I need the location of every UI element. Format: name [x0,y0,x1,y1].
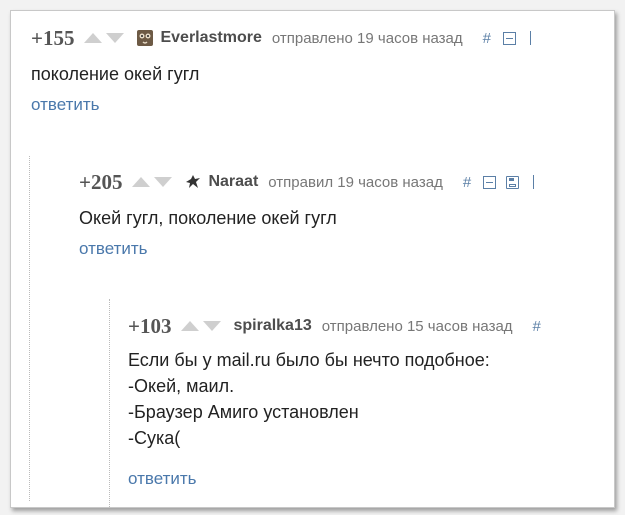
comment: +205 Naraat отправил 19 часов назад # Ок… [79,169,614,269]
comment-time: отправлено 15 часов назад [321,317,513,335]
thread-line [29,156,30,501]
comment-line: -Браузер Амиго установлен [128,402,359,422]
comment-line: -Окей, маил. [128,376,235,396]
upvote-icon[interactable] [84,33,103,43]
comment-line: Если бы у mail.ru было бы нечто подобное… [128,350,490,370]
permalink-icon[interactable]: # [533,318,541,335]
permalink-icon[interactable]: # [463,174,471,191]
reply-link[interactable]: ответить [31,95,100,115]
downvote-icon[interactable] [154,177,173,187]
thread-line [109,299,110,507]
comment: +103 spiralka13 отправлено 15 часов наза… [128,313,614,503]
comment-line: -Сука( [128,428,181,448]
upvote-icon[interactable] [132,177,151,187]
comment-line: поколение окей гугл [31,64,200,84]
bird-avatar-icon[interactable] [184,173,202,191]
upvote-icon[interactable] [181,321,200,331]
comment-time: отправил 19 часов назад [268,173,443,191]
comment-text: поколение окей гугл [31,61,199,87]
comment-rating: +205 [79,169,123,194]
owl-avatar-icon[interactable] [136,29,154,47]
comment-text: Окей гугл, поколение окей гугл [79,205,337,231]
comment-text: Если бы у mail.ru было бы нечто подобное… [128,347,490,451]
comment: +155 Everlastmore отправлено 19 часов на… [31,25,614,125]
comment-header: +103 spiralka13 отправлено 15 часов наза… [128,313,541,339]
comment-time: отправлено 19 часов назад [271,29,463,47]
comment-author[interactable]: Naraat [208,173,258,191]
permalink-icon[interactable]: # [483,30,491,47]
collapse-icon[interactable] [483,175,497,189]
comment-header: +205 Naraat отправил 19 часов назад # [79,169,537,195]
reply-link[interactable]: ответить [79,239,148,259]
save-icon[interactable] [506,175,520,189]
comment-rating: +103 [128,313,172,338]
comment-line: Окей гугл, поколение окей гугл [79,208,337,228]
comment-author[interactable]: spiralka13 [233,317,311,335]
comments-panel: +155 Everlastmore отправлено 19 часов на… [10,10,615,508]
downvote-icon[interactable] [203,321,222,331]
comment-header: +155 Everlastmore отправлено 19 часов на… [31,25,534,51]
downvote-icon[interactable] [106,33,125,43]
more-icon[interactable] [530,31,534,45]
reply-link[interactable]: ответить [128,469,197,489]
collapse-icon[interactable] [503,31,516,45]
more-icon[interactable] [533,175,537,189]
comment-author[interactable]: Everlastmore [160,29,261,47]
comment-rating: +155 [31,25,75,50]
